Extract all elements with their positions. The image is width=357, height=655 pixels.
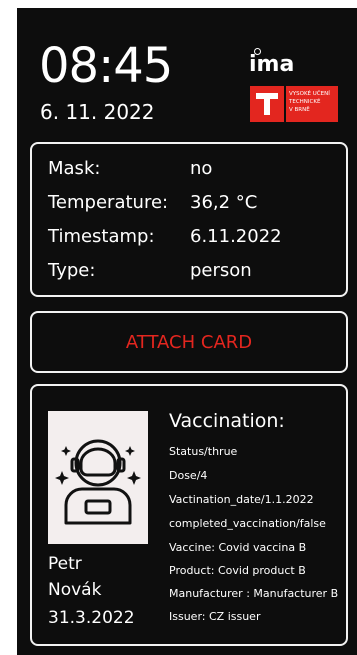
current-date: 6. 11. 2022 bbox=[40, 100, 155, 124]
info-value: person bbox=[190, 260, 252, 281]
info-label: Type: bbox=[48, 260, 96, 281]
vut-t-icon bbox=[250, 86, 284, 122]
avatar bbox=[48, 411, 148, 544]
person-last-name: Novák bbox=[48, 580, 102, 600]
info-value: 6.11.2022 bbox=[190, 226, 282, 247]
vaccination-line: Vactination_date/1.1.2022 bbox=[169, 493, 314, 506]
person-first-name: Petr bbox=[48, 554, 82, 574]
info-value: no bbox=[190, 158, 213, 179]
vaccination-line: Vaccine: Covid vaccina B bbox=[169, 541, 307, 554]
person-date: 31.3.2022 bbox=[48, 608, 135, 628]
vaccination-title: Vaccination: bbox=[169, 410, 285, 432]
attach-card-label: ATTACH CARD bbox=[125, 331, 253, 353]
info-value: 36,2 °C bbox=[190, 192, 258, 213]
measurement-card: Mask: no Temperature: 36,2 °C Timestamp:… bbox=[30, 142, 348, 297]
ima-logo: ima bbox=[249, 52, 295, 77]
vaccination-line: Dose/4 bbox=[169, 469, 208, 482]
vaccination-line: Issuer: CZ issuer bbox=[169, 610, 261, 623]
info-label: Temperature: bbox=[48, 192, 169, 213]
info-row-mask: Mask: no bbox=[48, 158, 212, 179]
info-label: Timestamp: bbox=[48, 226, 155, 247]
info-row-temperature: Temperature: 36,2 °C bbox=[48, 192, 257, 213]
attach-card-button[interactable]: ATTACH CARD bbox=[30, 311, 348, 373]
vaccination-line: Manufacturer : Manufacturer B bbox=[169, 587, 339, 600]
university-logo: VYSOKÉ UČENÍ TECHNICKÉ V BRNĚ bbox=[250, 86, 338, 122]
vaccination-line: Product: Covid product B bbox=[169, 564, 306, 577]
astronaut-icon bbox=[55, 439, 141, 525]
vaccination-card: Petr Novák 31.3.2022 Vaccination: Status… bbox=[30, 384, 348, 646]
clock-time: 08:45 bbox=[39, 38, 173, 94]
university-name: VYSOKÉ UČENÍ TECHNICKÉ V BRNĚ bbox=[286, 86, 338, 122]
info-row-timestamp: Timestamp: 6.11.2022 bbox=[48, 226, 282, 247]
vaccination-line: Status/thrue bbox=[169, 445, 238, 458]
vaccination-line: completed_vaccination/false bbox=[169, 517, 326, 530]
info-row-type: Type: person bbox=[48, 260, 252, 281]
info-label: Mask: bbox=[48, 158, 101, 179]
screen: 08:45 6. 11. 2022 ima VYSOKÉ UČENÍ TECHN… bbox=[17, 8, 357, 655]
